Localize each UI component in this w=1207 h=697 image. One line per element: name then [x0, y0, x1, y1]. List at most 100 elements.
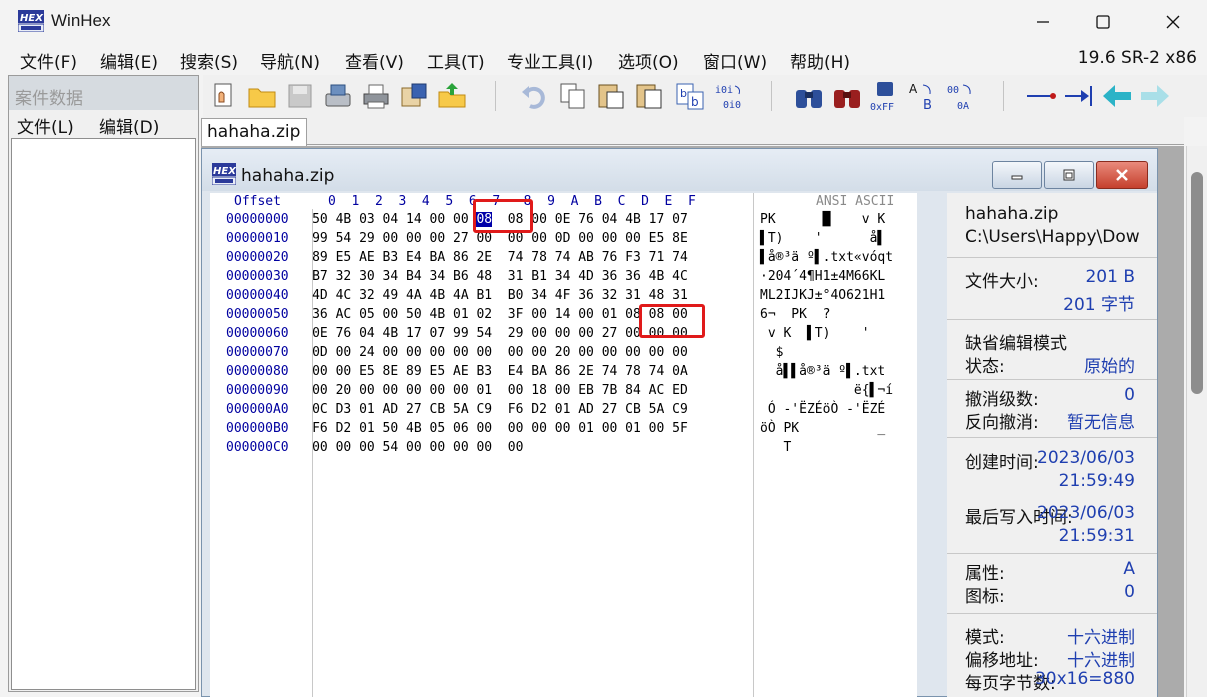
save-disk-icon[interactable] — [322, 80, 354, 112]
offset-header: Offset — [234, 194, 281, 209]
file-window-restore-button[interactable] — [1044, 161, 1094, 189]
file-window-minimize-button[interactable] — [992, 161, 1042, 189]
find-hex-values-icon[interactable]: 0xFF — [869, 80, 901, 112]
menu-file[interactable]: 文件(F) — [20, 48, 77, 73]
info-written-time: 21:59:31 — [1058, 526, 1135, 546]
ansi-row: PK █ v K — [760, 212, 886, 227]
table-row[interactable]: 00000040 4D 4C 32 49 4A 4B 4A B1 B0 34 4… — [226, 288, 688, 303]
hex-view[interactable]: Offset 0 1 2 3 4 5 6 7 8 9 A B C D E F 0… — [210, 193, 753, 697]
info-mode-value: 十六进制 — [1067, 628, 1135, 648]
close-icon — [1166, 15, 1180, 29]
ansi-row: ML2IJKJ±°4O621H1 — [760, 288, 886, 303]
table-row[interactable]: 00000020 89 E5 AE B3 E4 BA 86 2E 74 78 7… — [226, 250, 688, 265]
menu-options[interactable]: 选项(O) — [618, 48, 679, 73]
vertical-scrollbar[interactable] — [1186, 146, 1207, 697]
table-row[interactable]: 00000080 00 00 E5 8E 89 E5 AE B3 E4 BA 8… — [226, 364, 688, 379]
restore-icon — [1063, 169, 1075, 181]
tab-hahaha-zip[interactable]: hahaha.zip — [201, 118, 307, 146]
file-window: HEX hahaha.zip Offset 0 1 2 3 4 5 6 7 8 … — [201, 148, 1158, 697]
info-size-bytes: 201 B — [1085, 267, 1135, 287]
info-created-label: 创建时间: — [965, 453, 1039, 473]
highlight-box-flags-local — [473, 199, 533, 233]
svg-text:b: b — [691, 95, 699, 109]
close-icon — [1116, 169, 1128, 181]
menu-help[interactable]: 帮助(H) — [790, 48, 850, 73]
info-redo-value: 暂无信息 — [1067, 413, 1135, 433]
print-icon[interactable] — [360, 80, 392, 112]
undo-icon[interactable] — [519, 80, 551, 112]
minimize-button[interactable] — [1013, 0, 1073, 44]
find-text-icon[interactable] — [793, 80, 825, 112]
ansi-row: v K ▌T) ' — [760, 326, 870, 341]
properties-icon[interactable] — [398, 80, 430, 112]
case-menu-file[interactable]: 文件(L) — [17, 113, 74, 138]
ansi-row: T — [760, 440, 792, 455]
table-row[interactable]: 00000030 B7 32 30 34 B4 34 B6 48 31 B1 3… — [226, 269, 688, 284]
mdi-workspace: HEX hahaha.zip Offset 0 1 2 3 4 5 6 7 8 … — [201, 146, 1184, 697]
table-row[interactable]: 000000C0 00 00 00 54 00 00 00 00 00 — [226, 440, 523, 455]
menu-navigation[interactable]: 导航(N) — [260, 48, 320, 73]
ansi-row: ë{▌¬í — [760, 383, 894, 398]
highlight-box-flags-central — [639, 304, 705, 338]
open-folder-icon[interactable] — [246, 80, 278, 112]
info-created-date: 2023/06/03 — [1037, 448, 1135, 468]
svg-text:b: b — [680, 87, 687, 100]
export-folder-icon[interactable] — [436, 80, 468, 112]
open-disk-icon[interactable] — [208, 80, 240, 112]
paste-clipboard-icon[interactable] — [595, 80, 627, 112]
close-button[interactable] — [1143, 0, 1203, 44]
table-row[interactable]: 00000000 50 4B 03 04 14 00 00 08 08 00 0… — [226, 212, 688, 227]
info-path: C:\Users\Happy\Dow — [965, 227, 1140, 247]
info-created-time: 21:59:49 — [1058, 471, 1135, 491]
ansi-row: ·204´4¶H1±4M66KL — [760, 269, 886, 284]
file-window-close-button[interactable] — [1096, 161, 1148, 189]
toolbar-separator — [1003, 81, 1004, 111]
goto-offset-icon[interactable] — [1025, 80, 1057, 112]
write-block-icon[interactable]: bb — [674, 80, 706, 112]
info-mode-label: 模式: — [965, 628, 1005, 648]
info-icon-value: 0 — [1124, 582, 1135, 602]
ansi-row: 6¬ PK ? — [760, 307, 831, 322]
find-hex-icon[interactable] — [831, 80, 863, 112]
winhex-logo-icon: HEX — [212, 163, 236, 185]
scrollbar-thumb[interactable] — [1191, 172, 1203, 394]
ansi-header: ANSI ASCII — [816, 194, 895, 209]
menu-view[interactable]: 查看(V) — [345, 48, 404, 73]
table-row[interactable]: 00000060 0E 76 04 4B 17 07 99 54 29 00 0… — [226, 326, 688, 341]
table-row[interactable]: 00000010 99 54 29 00 00 00 27 00 00 00 0… — [226, 231, 688, 246]
menu-tools[interactable]: 工具(T) — [427, 48, 485, 73]
svg-text:0A: 0A — [957, 101, 969, 112]
info-undo-value: 0 — [1124, 385, 1135, 405]
table-row[interactable]: 00000070 0D 00 24 00 00 00 00 00 00 00 2… — [226, 345, 688, 360]
ansi-view[interactable]: ANSI ASCII PK █ v K ▌T) ' å▌ ▌å®³ä º▌.tx… — [753, 193, 917, 697]
maximize-button[interactable] — [1073, 0, 1133, 44]
title-bar: HEX WinHex — [0, 0, 1207, 44]
forward-arrow-icon[interactable] — [1139, 80, 1171, 112]
toolbar-separator — [495, 81, 496, 111]
save-icon[interactable] — [284, 80, 316, 112]
paste-icon[interactable] — [633, 80, 665, 112]
table-row[interactable]: 00000090 00 20 00 00 00 00 00 01 00 18 0… — [226, 383, 688, 398]
info-size-zh: 201 字节 — [1063, 295, 1135, 315]
svg-text:HEX: HEX — [20, 13, 44, 24]
info-written-date: 2023/06/03 — [1037, 503, 1135, 523]
minimize-icon — [1011, 175, 1023, 180]
copy-icon[interactable] — [557, 80, 589, 112]
menu-search[interactable]: 搜索(S) — [180, 48, 238, 73]
case-tree[interactable] — [11, 138, 196, 690]
back-arrow-icon[interactable] — [1101, 80, 1133, 112]
menu-edit[interactable]: 编辑(E) — [100, 48, 158, 73]
table-row[interactable]: 000000B0 F6 D2 01 50 4B 05 06 00 00 00 0… — [226, 421, 688, 436]
menu-specialist-tools[interactable]: 专业工具(I) — [507, 48, 593, 73]
goto-sector-icon[interactable] — [1063, 80, 1095, 112]
table-row[interactable]: 00000050 36 AC 05 00 50 4B 01 02 3F 00 1… — [226, 307, 688, 322]
menu-window[interactable]: 窗口(W) — [703, 48, 767, 73]
replace-hex-icon[interactable]: 000A — [945, 80, 977, 112]
info-edit-mode-label: 缺省编辑模式 — [965, 334, 1067, 354]
menu-bar: 文件(F) 编辑(E) 搜索(S) 导航(N) 查看(V) 工具(T) 专业工具… — [0, 44, 1207, 74]
replace-text-icon[interactable]: AB — [907, 80, 939, 112]
convert-icon[interactable]: i0i0i0 — [713, 80, 745, 112]
svg-text:0i0: 0i0 — [723, 100, 741, 111]
case-menu-edit[interactable]: 编辑(D) — [99, 113, 159, 138]
table-row[interactable]: 000000A0 0C D3 01 AD 27 CB 5A C9 F6 D2 0… — [226, 402, 688, 417]
